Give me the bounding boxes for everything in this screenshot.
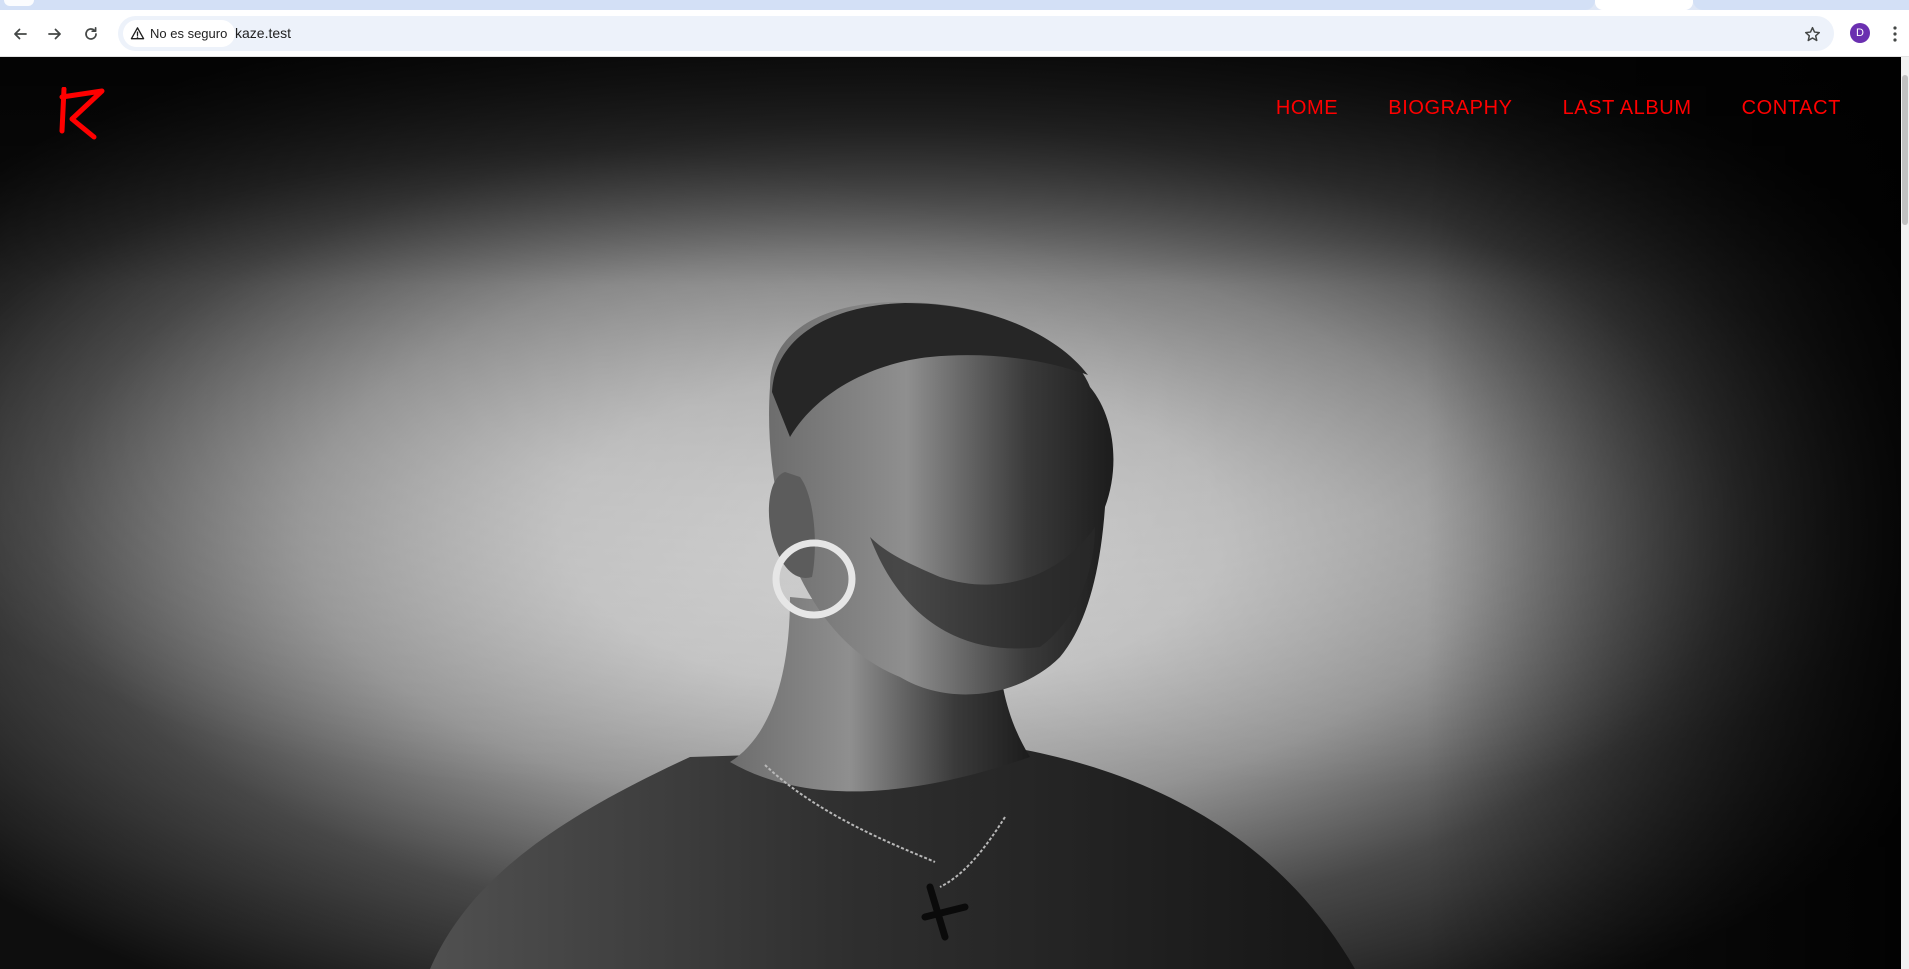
bookmark-button[interactable] [1800, 22, 1824, 46]
background-tab-right[interactable] [1693, 0, 1909, 10]
security-label: No es seguro [150, 26, 228, 41]
web-page: HOME BIOGRAPHY LAST ALBUM CONTACT [0, 57, 1901, 969]
kebab-menu-icon [1893, 26, 1897, 42]
url-text[interactable]: kaze.test [235, 25, 291, 41]
nav-link-last-album[interactable]: LAST ALBUM [1563, 97, 1692, 120]
back-button[interactable] [6, 20, 34, 48]
site-logo[interactable] [58, 87, 108, 141]
profile-avatar[interactable]: D [1850, 23, 1870, 43]
tab-strip [0, 0, 1909, 10]
star-icon [1804, 26, 1820, 41]
page-scrollbar[interactable] [1901, 57, 1909, 969]
nav-link-home[interactable]: HOME [1276, 97, 1338, 120]
address-bar[interactable]: No es seguro kaze.test [118, 16, 1834, 51]
arrow-left-icon [14, 28, 27, 40]
nav-link-biography[interactable]: BIOGRAPHY [1388, 97, 1512, 120]
background-tab[interactable] [0, 0, 1595, 10]
hero-photo [0, 57, 1901, 969]
browser-toolbar: No es seguro kaze.test D [0, 10, 1909, 57]
browser-menu-button[interactable] [1886, 22, 1904, 46]
reload-button[interactable] [77, 20, 105, 48]
arrow-right-icon [48, 28, 61, 40]
site-navigation: HOME BIOGRAPHY LAST ALBUM CONTACT [1276, 97, 1841, 120]
active-tab[interactable] [1595, 0, 1693, 10]
warning-triangle-icon [130, 27, 145, 40]
nav-link-contact[interactable]: CONTACT [1742, 97, 1841, 120]
forward-button[interactable] [41, 20, 69, 48]
reload-icon [85, 26, 97, 40]
tab-favicon-placeholder [4, 0, 34, 6]
scrollbar-thumb[interactable] [1902, 75, 1908, 225]
site-security-chip[interactable]: No es seguro [123, 20, 236, 47]
